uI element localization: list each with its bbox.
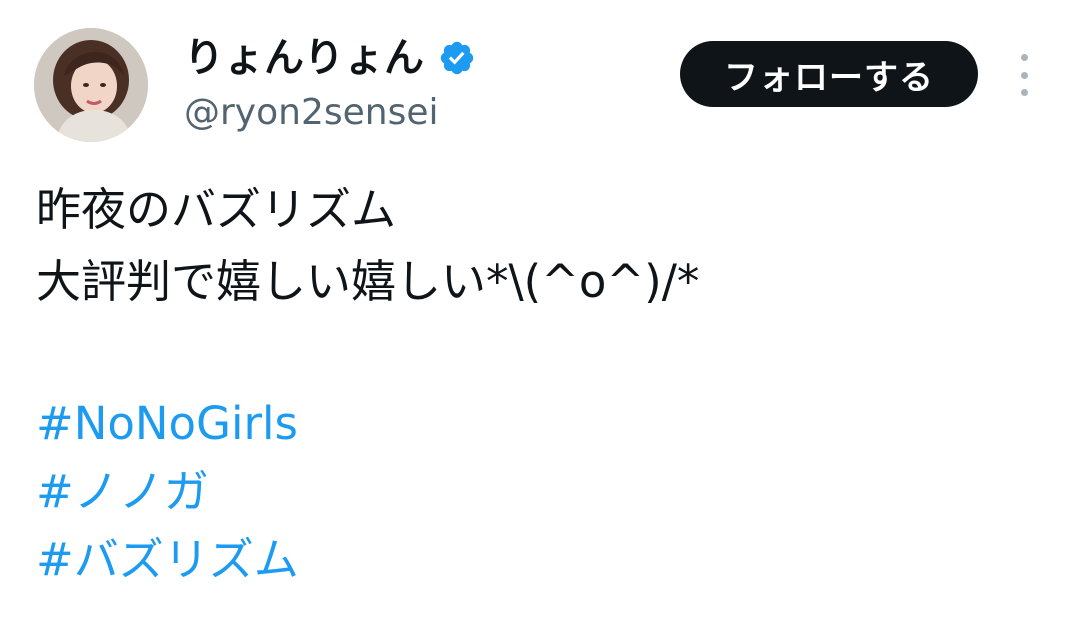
avatar[interactable] (34, 28, 148, 142)
more-dot (1020, 89, 1028, 96)
user-handle[interactable]: @ryon2sensei (184, 88, 438, 138)
display-name[interactable]: りょんりょん (184, 30, 424, 86)
more-dot (1020, 54, 1028, 61)
tweet-text: 昨夜のバズリズム 大評判で嬉しい嬉しい*\(^o^)/* #NoNoGirls … (36, 174, 1046, 594)
verified-badge-icon (438, 39, 476, 77)
more-dot (1020, 71, 1028, 79)
hashtag-link[interactable]: #NoNoGirls (36, 390, 1046, 458)
avatar-photo (34, 28, 148, 142)
line-break (36, 318, 1046, 390)
follow-button[interactable]: フォローする (680, 41, 978, 107)
tweet-line: 大評判で嬉しい嬉しい*\(^o^)/* (36, 255, 700, 308)
hashtag-link[interactable]: #ノノガ (36, 458, 1046, 526)
user-name-row: りょんりょん (184, 30, 476, 86)
tweet-line: 昨夜のバズリズム (36, 183, 397, 236)
more-vertical-icon[interactable] (1008, 54, 1040, 96)
hashtag-link[interactable]: #バズリズム (36, 526, 1046, 594)
